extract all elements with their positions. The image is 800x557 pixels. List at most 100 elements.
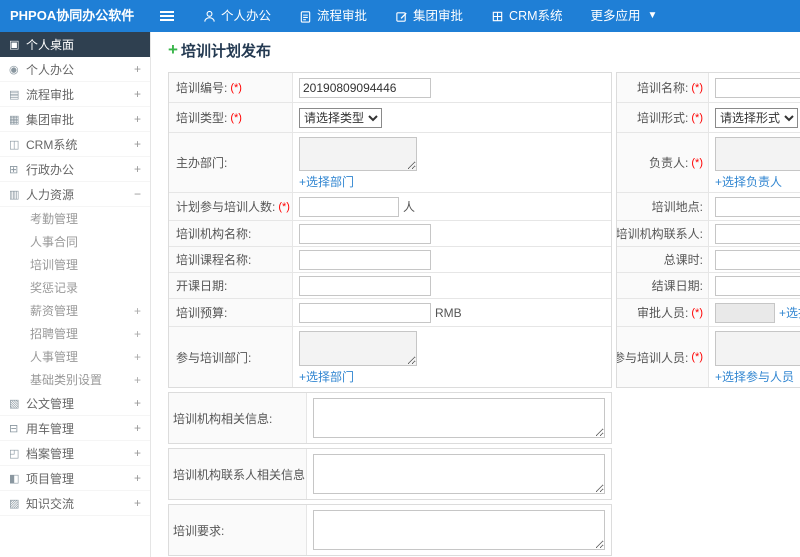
join-staff-textarea[interactable] [715, 331, 800, 366]
unit-label: 人 [403, 200, 416, 214]
menu-icon[interactable] [151, 0, 183, 32]
sidebar-item-documents[interactable]: ▧ 公文管理 + [0, 391, 150, 416]
select-leader-link[interactable]: +选择负责人 [715, 173, 782, 190]
expand-icon[interactable]: + [130, 112, 141, 126]
org-contact-info-textarea[interactable] [313, 454, 605, 494]
expand-icon[interactable]: + [130, 496, 141, 510]
budget-input[interactable] [299, 302, 431, 323]
desktop-icon: ▣ [9, 38, 20, 51]
sidebar-item-base-categories[interactable]: 基础类别设置 + [0, 368, 150, 391]
expand-icon[interactable]: + [130, 162, 141, 176]
form-right-column: 培训名称: (*) 培训形式: (*) 请选择形式 负责人: (*) +选择负责… [616, 72, 800, 388]
sidebar-item-hr-contract[interactable]: 人事合同 [0, 230, 150, 253]
field-label: 培训要求: [169, 505, 307, 555]
total-hours-input[interactable] [715, 249, 800, 270]
expand-icon[interactable]: + [130, 62, 141, 76]
expand-icon[interactable]: + [130, 304, 141, 318]
admin-icon: ⊞ [9, 163, 19, 176]
select-host-dept-link[interactable]: +选择部门 [299, 173, 354, 190]
end-date-input[interactable] [715, 275, 800, 296]
expand-icon[interactable]: + [130, 396, 141, 410]
form-row: 负责人: (*) +选择负责人 [617, 133, 800, 193]
sidebar-item-attendance[interactable]: 考勤管理 [0, 207, 150, 230]
sidebar-item-group-approval[interactable]: ▦ 集团审批 + [0, 107, 150, 132]
training-name-input[interactable] [715, 77, 800, 98]
leader-textarea[interactable] [715, 137, 800, 171]
form-row: 培训预算: RMB [169, 299, 611, 327]
sidebar-item-vehicle[interactable]: ⊟ 用车管理 + [0, 416, 150, 441]
select-join-staff-link[interactable]: +选择参与人员 [715, 368, 794, 385]
field-label-text: 培训要求: [173, 523, 225, 538]
field-label: 参与培训部门: [169, 327, 293, 387]
sidebar-item-workflow[interactable]: ▤ 流程审批 + [0, 82, 150, 107]
field-label-text: 培训类型: [176, 111, 228, 125]
page-title: + 培训计划发布 [168, 40, 800, 60]
select-approver-link[interactable]: +选择审批人员 [779, 304, 800, 321]
expand-icon[interactable]: + [130, 471, 141, 485]
expand-icon[interactable]: + [130, 350, 141, 364]
required-marker: (*) [230, 81, 242, 94]
planned-count-input[interactable] [299, 196, 399, 217]
training-form-select[interactable]: 请选择形式 [715, 107, 798, 128]
sidebar-item-recruitment[interactable]: 招聘管理 + [0, 322, 150, 345]
required-marker: (*) [230, 111, 242, 124]
requirements-textarea[interactable] [313, 510, 605, 550]
hr-icon: ▥ [9, 188, 20, 201]
project-icon: ◧ [9, 472, 20, 485]
sidebar-item-crm[interactable]: ◫ CRM系统 + [0, 132, 150, 157]
nav-more-apps[interactable]: 更多应用 ▼ [577, 0, 672, 32]
field-label: 培训形式: (*) [617, 103, 709, 132]
join-dept-textarea[interactable] [299, 331, 417, 366]
org-name-input[interactable] [299, 223, 431, 244]
field-label: 培训名称: (*) [617, 73, 709, 102]
org-contact-input[interactable] [715, 223, 800, 244]
sidebar-item-personal-office[interactable]: ◉ 个人办公 + [0, 57, 150, 82]
expand-icon[interactable]: + [130, 373, 141, 387]
sidebar-item-personnel[interactable]: 人事管理 + [0, 345, 150, 368]
form-row: 培训地点: [617, 193, 800, 221]
form-row: 培训机构名称: [169, 221, 611, 247]
nav-crm[interactable]: CRM系统 [477, 0, 576, 32]
sidebar-item-rewards[interactable]: 奖惩记录 [0, 276, 150, 299]
training-no-input[interactable] [299, 77, 431, 98]
form-row-org-contact-info: 培训机构联系人相关信息: [168, 448, 612, 500]
expand-icon[interactable]: + [130, 421, 141, 435]
sidebar-item-knowledge[interactable]: ▨ 知识交流 + [0, 491, 150, 516]
org-info-textarea[interactable] [313, 398, 605, 438]
sidebar-item-salary[interactable]: 薪资管理 + [0, 299, 150, 322]
expand-icon[interactable]: + [130, 137, 141, 151]
expand-icon[interactable]: + [130, 87, 141, 101]
sidebar-item-label: 人事管理 [30, 350, 79, 364]
field-label-text: 开课日期: [176, 279, 228, 293]
sidebar-item-label: 基础类别设置 [30, 373, 103, 387]
form-left-column: 培训编号: (*) 培训类型: (*) 请选择类型 [168, 72, 612, 388]
host-dept-textarea[interactable] [299, 137, 417, 171]
course-name-input[interactable] [299, 249, 431, 270]
form-row: 参与培训部门: +选择部门 [169, 327, 611, 387]
select-join-dept-link[interactable]: +选择部门 [299, 368, 354, 385]
sidebar-item-label: 知识交流 [26, 496, 75, 511]
expand-icon[interactable]: + [130, 446, 141, 460]
sidebar-item-projects[interactable]: ◧ 项目管理 + [0, 466, 150, 491]
required-marker: (*) [691, 111, 703, 124]
training-type-select[interactable]: 请选择类型 [299, 107, 382, 128]
sidebar-item-training[interactable]: 培训管理 [0, 253, 150, 276]
form-row: 计划参与培训人数: (*) 人 [169, 193, 611, 221]
approver-input[interactable] [715, 302, 775, 323]
nav-workflow-approval[interactable]: 流程审批 [285, 0, 381, 32]
sidebar-item-archives[interactable]: ◰ 档案管理 + [0, 441, 150, 466]
field-label-text: 负责人: [649, 156, 689, 170]
sidebar-item-desktop[interactable]: ▣ 个人桌面 [0, 32, 150, 57]
sidebar-item-admin-office[interactable]: ⊞ 行政办公 + [0, 157, 150, 182]
nav-personal-office[interactable]: 个人办公 [189, 0, 285, 32]
field-label-text: 主办部门: [176, 156, 228, 170]
collapse-icon[interactable]: − [130, 187, 141, 201]
location-input[interactable] [715, 196, 800, 217]
document-icon: ▧ [9, 397, 20, 410]
nav-group-approval[interactable]: 集团审批 [381, 0, 477, 32]
sidebar-item-label: CRM系统 [26, 137, 78, 152]
expand-icon[interactable]: + [130, 327, 141, 341]
start-date-input[interactable] [299, 275, 431, 296]
sidebar-item-hr[interactable]: ▥ 人力资源 − [0, 182, 150, 207]
field-label: 培训编号: (*) [169, 73, 293, 102]
